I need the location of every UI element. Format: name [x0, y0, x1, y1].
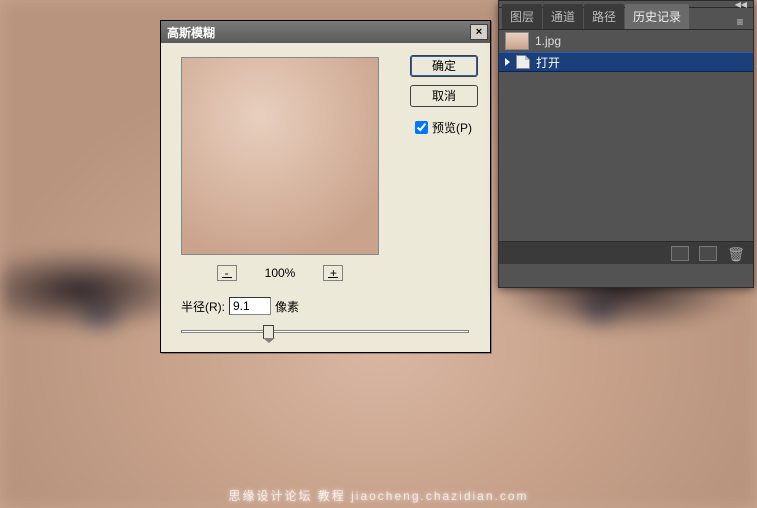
preview-checkbox[interactable] [415, 121, 428, 134]
tab-history[interactable]: 历史记录 [625, 4, 689, 29]
zoom-in-button[interactable]: + [323, 265, 343, 281]
tab-channels[interactable]: 通道 [543, 4, 583, 29]
radius-unit: 像素 [275, 298, 299, 315]
cancel-button[interactable]: 取消 [410, 85, 478, 107]
history-marker-icon [505, 58, 510, 66]
radius-slider[interactable] [181, 323, 469, 339]
tab-layers[interactable]: 图层 [502, 4, 542, 29]
new-document-from-state-icon[interactable] [671, 246, 689, 261]
panel-menu-icon[interactable]: ≡ [733, 15, 747, 29]
panel-footer: 🗑 [499, 241, 753, 264]
history-snapshot-row[interactable]: 1.jpg [499, 30, 753, 52]
history-item-label: 打开 [536, 54, 560, 71]
snapshot-filename: 1.jpg [535, 34, 561, 48]
dialog-title: 高斯模糊 [167, 24, 215, 41]
gaussian-blur-dialog: 高斯模糊 × 确定 取消 预览(P) - 100% + 半径(R): 像素 [160, 20, 491, 353]
dialog-titlebar[interactable]: 高斯模糊 × [161, 21, 490, 43]
radius-input[interactable] [229, 297, 271, 315]
history-panel: ◀◀ 图层 通道 路径 历史记录 ≡ 1.jpg 打开 🗑 [498, 0, 754, 288]
radius-label: 半径(R): [181, 298, 225, 315]
panel-tabs: 图层 通道 路径 历史记录 ≡ [499, 8, 753, 30]
slider-thumb[interactable] [263, 325, 274, 339]
open-state-icon [516, 55, 530, 69]
zoom-out-button[interactable]: - [217, 265, 237, 281]
tab-paths[interactable]: 路径 [584, 4, 624, 29]
ok-button[interactable]: 确定 [410, 55, 478, 77]
collapse-arrows-icon[interactable]: ◀◀ [735, 0, 747, 9]
new-snapshot-icon[interactable] [699, 246, 717, 261]
preview-checkbox-row: 预览(P) [415, 119, 472, 136]
zoom-level: 100% [265, 266, 296, 280]
filter-preview[interactable] [181, 57, 379, 255]
snapshot-thumbnail [505, 32, 529, 50]
watermark-text: 思缘设计论坛 教程 jiaocheng.chazidian.com [0, 487, 757, 504]
history-item-open[interactable]: 打开 [499, 52, 753, 72]
trash-icon[interactable]: 🗑 [727, 246, 745, 261]
close-icon[interactable]: × [470, 24, 488, 40]
preview-label: 预览(P) [432, 119, 472, 136]
slider-track [181, 330, 469, 333]
